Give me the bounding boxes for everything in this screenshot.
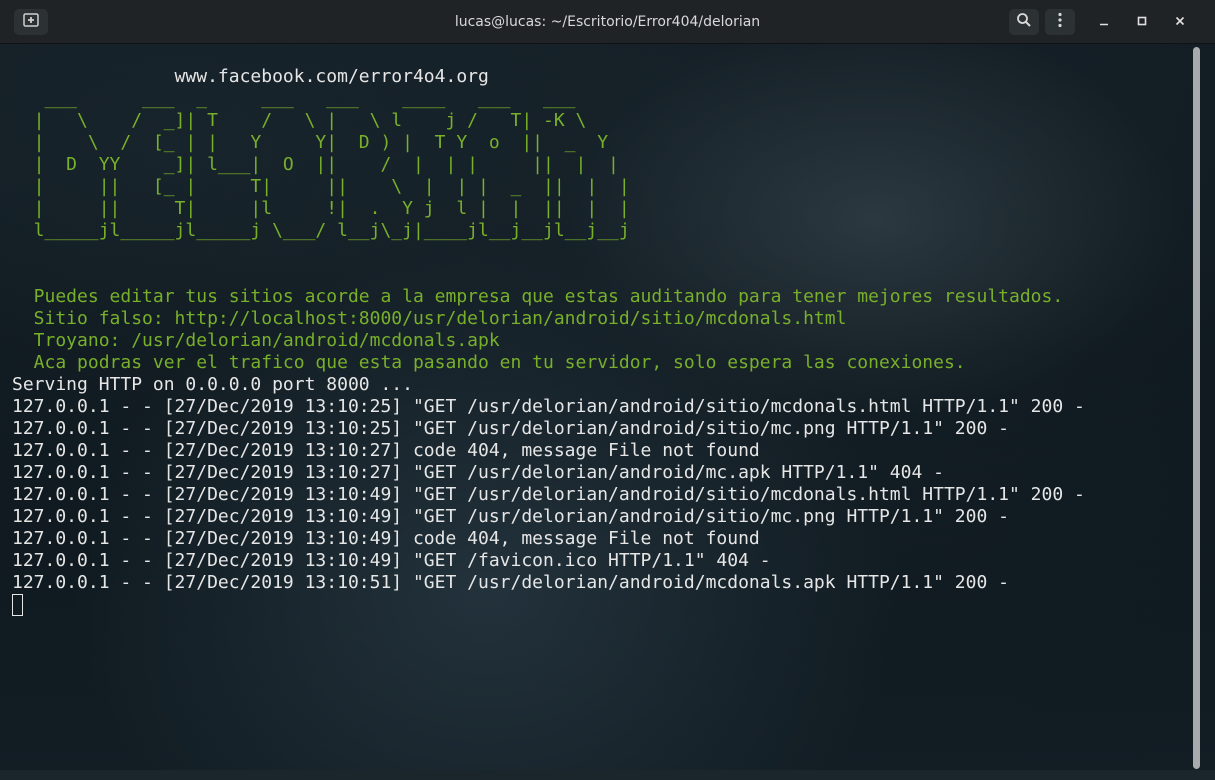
terminal-line: 127.0.0.1 - - [27/Dec/2019 13:10:49] "GE…	[12, 484, 1085, 505]
text-cursor	[12, 594, 23, 616]
minimize-button[interactable]	[1093, 11, 1115, 33]
terminal-line: ___ ___ _ ___ ___ ____ ___ ___	[12, 88, 576, 109]
terminal-line: Aca podras ver el trafico que esta pasan…	[12, 352, 966, 373]
new-tab-icon	[23, 12, 39, 32]
search-button[interactable]	[1009, 9, 1039, 35]
window-title: lucas@lucas: ~/Escritorio/Error404/delor…	[454, 14, 761, 30]
terminal-line: | \ / _]| T / \ | \ l j / T| -K \	[12, 110, 587, 131]
search-icon	[1016, 12, 1032, 33]
close-icon	[1175, 13, 1185, 31]
maximize-button[interactable]	[1131, 11, 1153, 33]
terminal-window: lucas@lucas: ~/Escritorio/Error404/delor…	[0, 0, 1215, 780]
terminal-line: | || T| |l !| . Y j l | | || | |	[12, 198, 630, 219]
terminal-line: 127.0.0.1 - - [27/Dec/2019 13:10:27] "GE…	[12, 462, 944, 483]
close-button[interactable]	[1169, 11, 1191, 33]
terminal-line: 127.0.0.1 - - [27/Dec/2019 13:10:51] "GE…	[12, 572, 1009, 593]
menu-icon	[1057, 12, 1063, 33]
terminal-line: Sitio falso: http://localhost:8000/usr/d…	[12, 308, 847, 329]
terminal-line: | D YY _]| l___| O || / | | | || | |	[12, 154, 619, 175]
window-bottom-edge	[0, 770, 1215, 780]
terminal-line: 127.0.0.1 - - [27/Dec/2019 13:10:25] "GE…	[12, 396, 1085, 417]
terminal-line: 127.0.0.1 - - [27/Dec/2019 13:10:49] "GE…	[12, 550, 771, 571]
terminal-line: Serving HTTP on 0.0.0.0 port 8000 ...	[12, 374, 413, 395]
title-bar: lucas@lucas: ~/Escritorio/Error404/delor…	[0, 0, 1215, 44]
terminal-line: 127.0.0.1 - - [27/Dec/2019 13:10:49] "GE…	[12, 506, 1009, 527]
terminal-line: l_____jl_____jl_____j \___/ l__j\_j|____…	[12, 220, 630, 241]
terminal-line: | \ / [_ | | Y Y| D ) | T Y o || _ Y	[12, 132, 609, 153]
terminal-line: www.facebook.com/error4o4.org	[12, 66, 489, 87]
terminal-line: 127.0.0.1 - - [27/Dec/2019 13:10:27] cod…	[12, 440, 760, 461]
terminal-line: Troyano: /usr/delorian/android/mcdonals.…	[12, 330, 500, 351]
minimize-icon	[1099, 13, 1109, 31]
new-tab-button[interactable]	[14, 9, 48, 35]
scrollbar[interactable]	[1193, 47, 1200, 769]
terminal-line: Puedes editar tus sitios acorde a la emp…	[12, 286, 1064, 307]
prompt-line[interactable]	[12, 594, 1190, 616]
terminal-output[interactable]: www.facebook.com/error4o4.org ___ ___ _ …	[12, 44, 1190, 776]
maximize-icon	[1137, 13, 1147, 31]
terminal-line: | || [_ | T| || \ | | | _ || | |	[12, 176, 630, 197]
terminal-line: 127.0.0.1 - - [27/Dec/2019 13:10:25] "GE…	[12, 418, 1009, 439]
menu-button[interactable]	[1045, 9, 1075, 35]
terminal-line: 127.0.0.1 - - [27/Dec/2019 13:10:49] cod…	[12, 528, 760, 549]
